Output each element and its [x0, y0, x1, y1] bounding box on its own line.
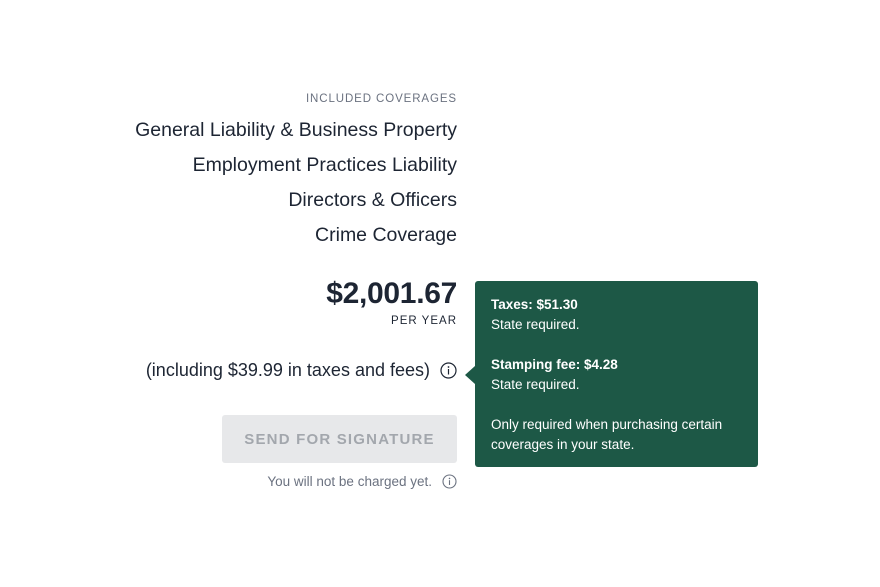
- included-coverages: INCLUDED COVERAGES General Liability & B…: [135, 93, 457, 253]
- info-icon[interactable]: [440, 362, 457, 379]
- charge-note: You will not be charged yet.: [267, 474, 457, 489]
- tooltip-section-note: Only required when purchasing certain co…: [491, 415, 742, 455]
- tooltip-body: Only required when purchasing certain co…: [491, 417, 723, 452]
- info-icon[interactable]: [442, 474, 457, 489]
- send-for-signature-button[interactable]: SEND FOR SIGNATURE: [222, 415, 457, 463]
- taxes-summary: (including $39.99 in taxes and fees): [145, 360, 430, 380]
- tooltip-title: Stamping fee: $4.28: [491, 357, 618, 372]
- annual-price: $2,001.67: [326, 277, 457, 310]
- charge-note-text: You will not be charged yet.: [267, 474, 432, 489]
- coverage-item: Directors & Officers: [288, 189, 457, 211]
- tooltip-arrow: [465, 366, 475, 384]
- tooltip-body: State required.: [491, 317, 580, 332]
- price-block: $2,001.67 PER YEAR: [326, 276, 457, 327]
- tooltip-title: Taxes: $51.30: [491, 297, 578, 312]
- tooltip-section-taxes: Taxes: $51.30 State required.: [491, 295, 742, 335]
- coverage-item: Crime Coverage: [315, 224, 457, 246]
- coverage-item: Employment Practices Liability: [192, 154, 457, 176]
- coverages-heading: INCLUDED COVERAGES: [305, 93, 457, 105]
- quote-summary-page: INCLUDED COVERAGES General Liability & B…: [0, 0, 880, 587]
- coverage-item: General Liability & Business Property: [135, 119, 457, 141]
- price-period: PER YEAR: [391, 315, 457, 327]
- taxes-tooltip: Taxes: $51.30 State required. Stamping f…: [465, 281, 758, 467]
- coverage-list: General Liability & Business Property Em…: [135, 113, 457, 253]
- tooltip-section-stamping-fee: Stamping fee: $4.28 State required.: [491, 355, 742, 395]
- taxes-and-fees: (including $39.99 in taxes and fees): [146, 360, 457, 381]
- tooltip-body: State required.: [491, 377, 580, 392]
